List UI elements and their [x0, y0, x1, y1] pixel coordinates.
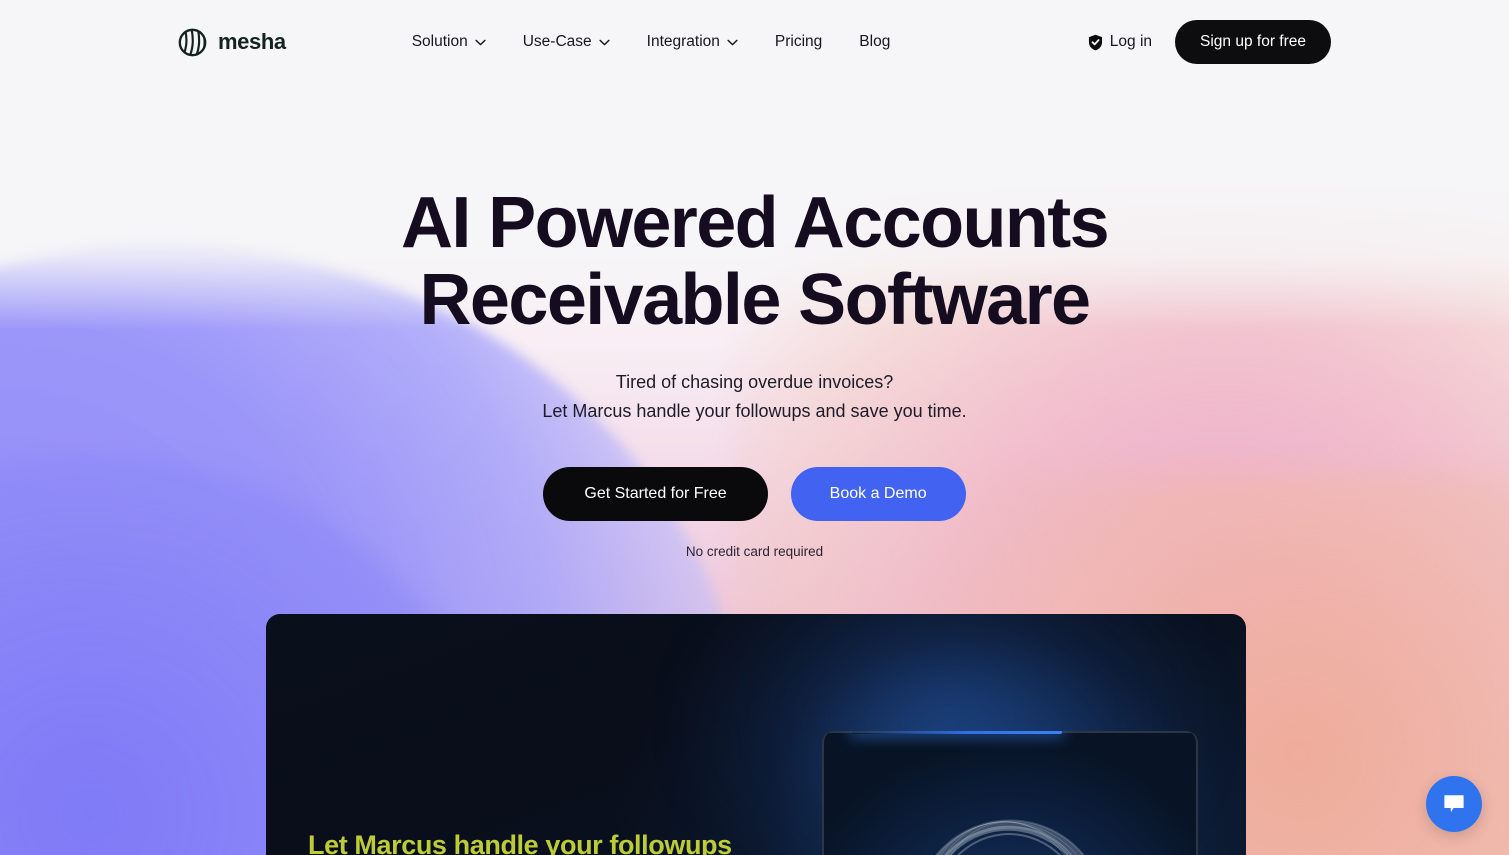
- product-preview-panel: Let Marcus handle your followups: [266, 614, 1246, 855]
- login-label: Log in: [1109, 33, 1153, 50]
- orbit-rings-graphic: [913, 819, 1107, 855]
- nav-item-label: Use-Case: [522, 33, 592, 50]
- brand-name: mesha: [218, 29, 286, 54]
- nav-item-pricing[interactable]: Pricing: [761, 24, 836, 60]
- chevron-down-icon: [475, 39, 486, 45]
- header-actions: Log in Sign up for free: [1088, 20, 1331, 64]
- chat-bubble-icon: [1444, 795, 1464, 812]
- site-header: mesha Solution Use-Case Integration Pric…: [0, 0, 1509, 84]
- hero-subtitle-line-1: Tired of chasing overdue invoices?: [615, 372, 894, 392]
- login-link[interactable]: Log in: [1088, 33, 1152, 51]
- hero-subtitle: Tired of chasing overdue invoices? Let M…: [0, 368, 1509, 426]
- hero-subtitle-line-2: Let Marcus handle your followups and sav…: [542, 401, 967, 421]
- hero-cta-group: Get Started for Free Book a Demo: [0, 467, 1509, 521]
- chat-widget-button[interactable]: [1426, 776, 1482, 832]
- chevron-down-icon: [599, 39, 610, 45]
- hero-section: AI Powered Accounts Receivable Software …: [0, 84, 1509, 560]
- nav-item-label: Integration: [646, 33, 720, 50]
- signup-button[interactable]: Sign up for free: [1175, 20, 1331, 64]
- preview-headline: Let Marcus handle your followups: [308, 830, 732, 855]
- device-progress-bar: [852, 731, 1062, 734]
- nav-item-use-case[interactable]: Use-Case: [509, 24, 624, 60]
- hero-title: AI Powered Accounts Receivable Software: [400, 183, 1110, 340]
- primary-nav: Solution Use-Case Integration Pricing Bl…: [398, 24, 905, 60]
- hero-note: No credit card required: [685, 544, 824, 559]
- book-demo-button[interactable]: Book a Demo: [790, 467, 966, 521]
- nav-item-label: Solution: [411, 33, 468, 50]
- nav-item-label: Pricing: [774, 33, 823, 50]
- nav-item-blog[interactable]: Blog: [845, 24, 904, 60]
- shield-check-icon: [1088, 34, 1102, 50]
- nav-item-solution[interactable]: Solution: [398, 24, 500, 60]
- brand-logo-link[interactable]: mesha: [178, 28, 286, 57]
- get-started-button[interactable]: Get Started for Free: [543, 467, 768, 521]
- chevron-down-icon: [727, 39, 738, 45]
- mesha-circle-logo-icon: [178, 28, 207, 56]
- nav-item-label: Blog: [859, 33, 891, 50]
- nav-item-integration[interactable]: Integration: [633, 24, 752, 60]
- device-mockup: [822, 731, 1198, 855]
